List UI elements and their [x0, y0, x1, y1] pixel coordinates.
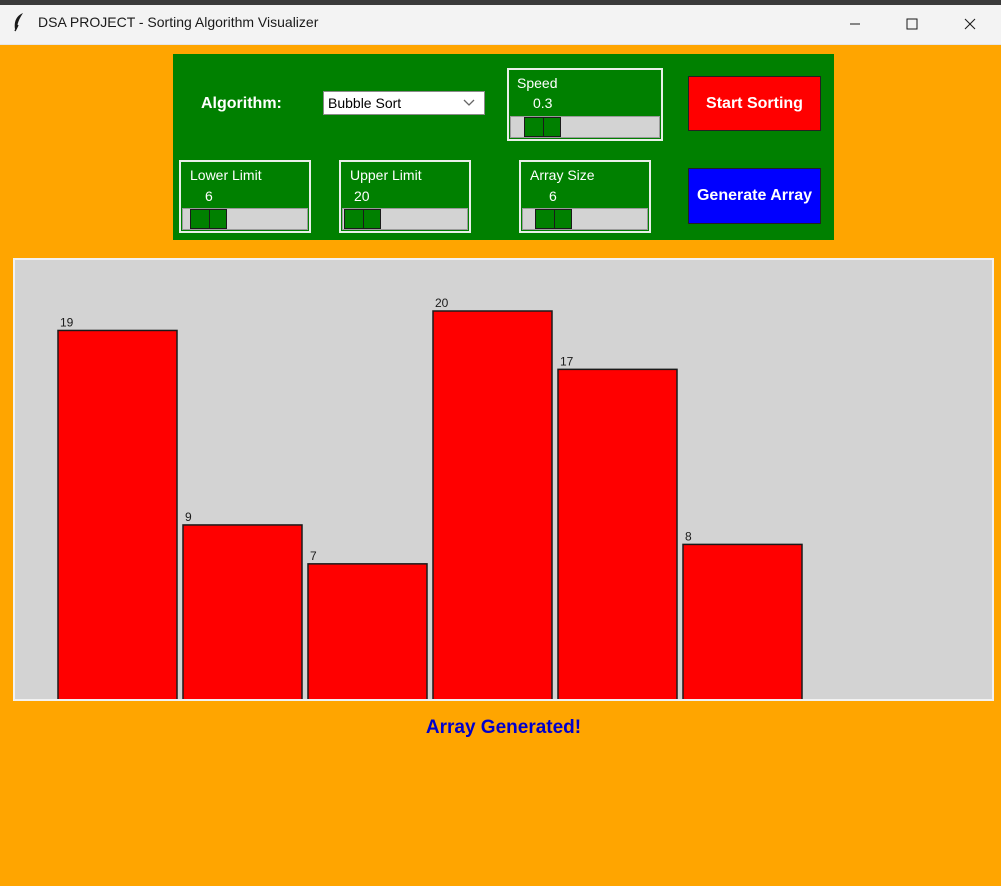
speed-scale-value: 0.3 [533, 95, 553, 111]
upper-limit-value: 20 [354, 188, 370, 204]
bar-label-1: 19 [60, 315, 74, 329]
window-title: DSA PROJECT - Sorting Algorithm Visualiz… [38, 14, 319, 30]
array-size-handle[interactable] [535, 209, 572, 229]
close-button[interactable] [941, 4, 999, 44]
bar-label-3: 7 [310, 549, 317, 563]
chevron-down-icon [463, 99, 475, 106]
bar-6 [682, 543, 803, 701]
generate-array-button[interactable]: Generate Array [688, 168, 821, 224]
speed-slider-handle[interactable] [524, 117, 561, 137]
bar-label-6: 8 [685, 529, 692, 543]
visualizer-canvas: 19 9 7 20 17 8 [13, 258, 994, 701]
minimize-icon [850, 23, 860, 25]
lower-limit-handle[interactable] [190, 209, 227, 229]
algorithm-select-value: Bubble Sort [328, 95, 402, 111]
bar-4 [432, 310, 553, 701]
bar-label-5: 17 [560, 354, 574, 368]
bar-chart: 19 9 7 20 17 8 [57, 296, 803, 701]
upper-limit-title: Upper Limit [350, 167, 422, 183]
maximize-button[interactable] [883, 4, 941, 44]
lower-limit-title: Lower Limit [190, 167, 262, 183]
maximize-icon [906, 18, 918, 30]
upper-limit-handle[interactable] [344, 209, 381, 229]
bar-3 [307, 563, 428, 701]
bar-5 [557, 368, 678, 701]
close-icon [964, 18, 976, 30]
bar-1 [57, 329, 178, 701]
bar-2 [182, 524, 303, 701]
minimize-button[interactable] [826, 4, 884, 44]
bar-label-2: 9 [185, 510, 192, 524]
array-size-value: 6 [549, 188, 557, 204]
bar-label-4: 20 [435, 296, 449, 310]
feather-icon [14, 13, 23, 32]
lower-limit-value: 6 [205, 188, 213, 204]
start-sorting-button[interactable]: Start Sorting [688, 76, 821, 131]
algorithm-select[interactable]: Bubble Sort [323, 91, 485, 115]
speed-scale-title: Speed [517, 75, 558, 91]
algorithm-label: Algorithm: [201, 95, 282, 112]
array-size-title: Array Size [530, 167, 595, 183]
status-message: Array Generated! [425, 717, 582, 738]
